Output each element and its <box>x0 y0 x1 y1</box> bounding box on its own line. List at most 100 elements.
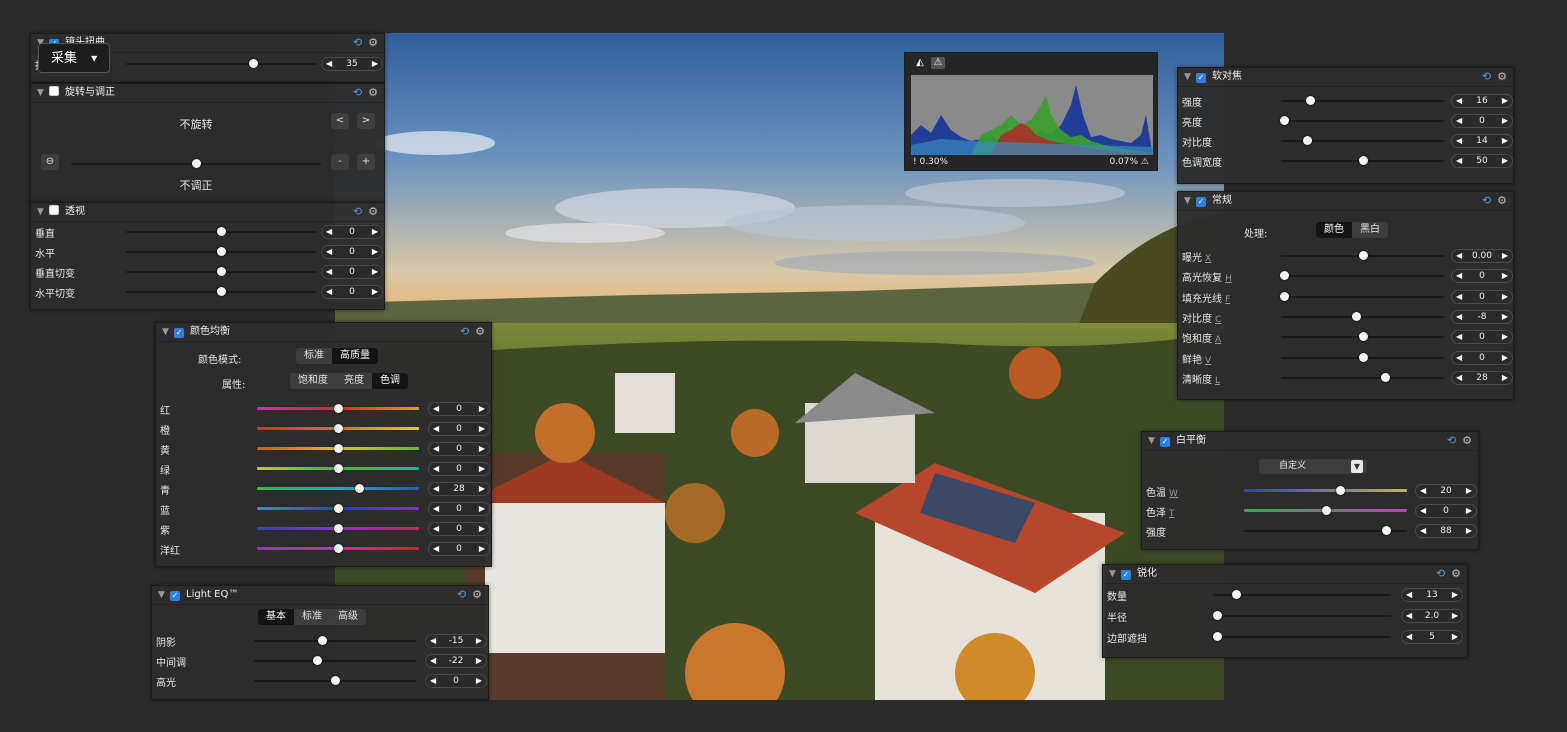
stepper-value[interactable]: 0 <box>334 286 370 298</box>
value-stepper[interactable]: ◀ 20 ▶ <box>1415 484 1477 498</box>
slider-thumb[interactable] <box>1306 96 1316 105</box>
straighten-slider[interactable] <box>71 159 321 168</box>
attr-brightness[interactable]: 亮度 <box>336 373 372 389</box>
value-stepper[interactable]: ◀ 14 ▶ <box>1451 134 1513 148</box>
value-stepper[interactable]: ◀ 0 ▶ <box>428 522 490 536</box>
reset-icon[interactable]: ⟲ <box>460 325 469 338</box>
slider-track[interactable] <box>1280 116 1444 125</box>
gear-icon[interactable]: ⚙ <box>1462 434 1472 447</box>
increment-arrow-icon[interactable]: ▶ <box>479 483 485 495</box>
process-color[interactable]: 颜色 <box>1316 222 1352 238</box>
slider-thumb[interactable] <box>1381 372 1391 382</box>
value-stepper[interactable]: ◀ 0 ▶ <box>1451 114 1513 128</box>
value-stepper[interactable]: ◀ 0 ▶ <box>321 225 383 239</box>
stepper-value[interactable]: 0 <box>1464 115 1500 127</box>
mode-standard[interactable]: 标准 <box>296 348 332 364</box>
slider-thumb[interactable] <box>217 227 226 236</box>
decrement-arrow-icon[interactable]: ◀ <box>1420 485 1426 497</box>
decrement-arrow-icon[interactable]: ◀ <box>430 655 436 667</box>
slider-track[interactable] <box>257 464 419 473</box>
decrement-arrow-icon[interactable]: ◀ <box>326 246 332 258</box>
slider-thumb[interactable] <box>1358 156 1368 165</box>
slider-track[interactable] <box>257 404 419 413</box>
slider-thumb[interactable] <box>1358 352 1368 362</box>
histogram-mode-icon[interactable]: ◭ <box>913 57 927 69</box>
stepper-value[interactable]: -15 <box>438 635 474 647</box>
slider-track[interactable] <box>1281 372 1444 382</box>
enable-checkbox[interactable]: ✓ <box>1160 437 1170 447</box>
enable-checkbox[interactable]: ✓ <box>1121 570 1131 580</box>
slider-thumb[interactable] <box>1381 526 1391 535</box>
process-bw[interactable]: 黑白 <box>1352 222 1388 238</box>
enable-checkbox[interactable]: ✓ <box>174 328 184 338</box>
increment-arrow-icon[interactable]: ▶ <box>1502 115 1508 127</box>
value-stepper[interactable]: ◀ 0 ▶ <box>321 245 383 259</box>
slider-track[interactable] <box>1281 251 1444 260</box>
gear-icon[interactable]: ⚙ <box>1497 70 1507 83</box>
slider-thumb[interactable] <box>1232 590 1242 599</box>
increment-arrow-icon[interactable]: ▶ <box>372 246 378 258</box>
slider-track[interactable] <box>257 504 419 513</box>
shadow-clip-icon[interactable]: ! <box>913 157 917 167</box>
process-segmented[interactable]: 颜色 黑白 <box>1316 222 1388 238</box>
decrement-arrow-icon[interactable]: ◀ <box>1456 95 1462 107</box>
slider-thumb[interactable] <box>1303 136 1313 145</box>
enable-checkbox[interactable] <box>49 86 59 96</box>
stepper-value[interactable]: 0 <box>441 423 477 435</box>
stepper-value[interactable]: 35 <box>334 58 370 70</box>
value-stepper[interactable]: ◀ -22 ▶ <box>425 654 487 668</box>
increment-arrow-icon[interactable]: ▶ <box>372 226 378 238</box>
value-stepper[interactable]: ◀ -8 ▶ <box>1451 309 1513 324</box>
value-stepper[interactable]: ◀ 50 ▶ <box>1451 154 1513 168</box>
attr-saturation[interactable]: 饱和度 <box>290 373 336 389</box>
value-stepper[interactable]: ◀ 13 ▶ <box>1401 588 1463 602</box>
slider-thumb[interactable] <box>1358 251 1368 260</box>
decrement-arrow-icon[interactable]: ◀ <box>433 483 439 495</box>
value-stepper[interactable]: ◀ 0.00 ▶ <box>1451 249 1513 263</box>
gear-icon[interactable]: ⚙ <box>368 36 378 49</box>
slider-thumb[interactable] <box>313 656 323 665</box>
slider-track[interactable] <box>126 267 316 276</box>
increment-arrow-icon[interactable]: ▶ <box>479 503 485 515</box>
slider-track[interactable] <box>1212 611 1391 620</box>
slider-track[interactable] <box>257 524 419 533</box>
slider-thumb[interactable] <box>334 504 343 513</box>
reset-icon[interactable]: ⟲ <box>353 36 362 49</box>
capture-dropdown[interactable]: 采集 ▾ <box>38 43 110 73</box>
value-stepper[interactable]: ◀ 0 ▶ <box>1415 504 1477 518</box>
decrement-arrow-icon[interactable]: ◀ <box>326 226 332 238</box>
increment-arrow-icon[interactable]: ▶ <box>1466 525 1472 537</box>
rotate-right-button[interactable]: > <box>357 113 375 129</box>
color-mode-segmented[interactable]: 标准 高质量 <box>296 348 378 364</box>
stepper-value[interactable]: 20 <box>1428 485 1464 497</box>
decrement-arrow-icon[interactable]: ◀ <box>433 443 439 455</box>
collapse-triangle-icon[interactable]: ▼ <box>37 203 49 221</box>
decrement-arrow-icon[interactable]: ◀ <box>433 543 439 555</box>
increment-arrow-icon[interactable]: ▶ <box>1452 589 1458 601</box>
value-stepper[interactable]: ◀ 0 ▶ <box>321 285 383 299</box>
distortion-stepper[interactable]: ◀ 35 ▶ <box>321 57 383 71</box>
slider-track[interactable] <box>1244 506 1407 515</box>
increment-arrow-icon[interactable]: ▶ <box>479 523 485 535</box>
collapse-triangle-icon[interactable]: ▼ <box>1148 432 1160 450</box>
value-stepper[interactable]: ◀ 28 ▶ <box>428 482 490 496</box>
decrement-arrow-icon[interactable]: ◀ <box>1456 352 1462 364</box>
value-stepper[interactable]: ◀ 5 ▶ <box>1401 630 1463 644</box>
stepper-value[interactable]: 50 <box>1464 155 1500 167</box>
mode-high-quality[interactable]: 高质量 <box>332 348 378 364</box>
reset-icon[interactable]: ⟲ <box>457 588 466 601</box>
gear-icon[interactable]: ⚙ <box>1451 567 1461 580</box>
increment-arrow-icon[interactable]: ▶ <box>479 423 485 435</box>
slider-track[interactable] <box>257 444 419 453</box>
increment-arrow-icon[interactable]: ▶ <box>372 58 378 70</box>
stepper-value[interactable]: 2.0 <box>1414 610 1450 622</box>
increment-arrow-icon[interactable]: ▶ <box>479 443 485 455</box>
slider-thumb[interactable] <box>217 247 226 256</box>
slider-thumb[interactable] <box>1212 611 1222 620</box>
decrement-arrow-icon[interactable]: ◀ <box>1406 589 1412 601</box>
stepper-value[interactable]: 0 <box>1464 352 1500 364</box>
increment-arrow-icon[interactable]: ▶ <box>479 543 485 555</box>
slider-track[interactable] <box>257 544 419 553</box>
stepper-value[interactable]: 28 <box>441 483 477 495</box>
slider-track[interactable] <box>257 424 419 433</box>
